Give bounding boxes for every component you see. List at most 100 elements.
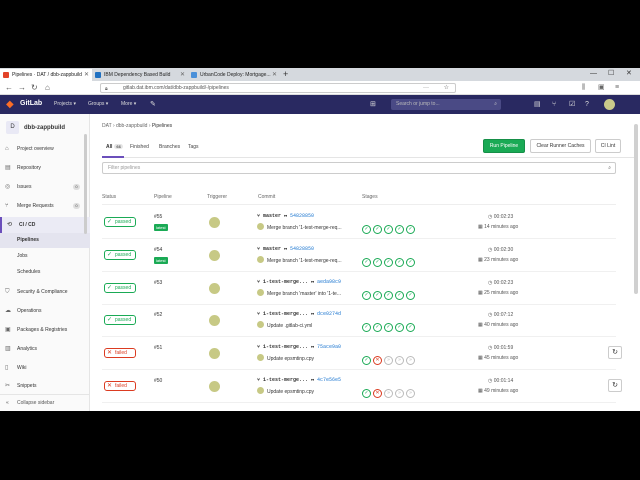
maximize-button[interactable]: ☐ [608,68,614,80]
status-badge[interactable]: ✓ passed [104,217,136,227]
sidebar-item-operations[interactable]: ☁ Operations [0,303,90,319]
issues-icon[interactable]: ▤ [534,100,541,109]
stage-success-icon[interactable]: ✓ [406,290,415,300]
author-avatar[interactable] [257,321,264,329]
gitlab-logo-icon[interactable]: ◆ [6,99,14,110]
browser-tab-urbancode[interactable]: UrbanCode Deploy: Mortgage... ✕ [188,69,280,81]
browser-tab-pipelines[interactable]: Pipelines · DAT / dbb-zappbuild ✕ [0,69,92,81]
author-avatar[interactable] [257,288,264,296]
stage-success-icon[interactable]: ✓ [406,225,415,234]
search-icon[interactable]: ⌕ [608,163,611,173]
stage-success-icon[interactable]: ✓ [384,323,393,333]
sidebar-item-snippets[interactable]: ✂ Snippets [0,378,90,394]
search-input[interactable]: Search or jump to... ⌕ [391,99,501,110]
library-icon[interactable]: ⫼ [582,83,585,93]
tab-finished[interactable]: Finished [130,144,149,150]
triggerer-avatar[interactable] [209,315,220,327]
forward-arrow-icon[interactable]: → [18,82,26,94]
breadcrumb-current[interactable]: Pipelines [152,123,172,129]
back-arrow-icon[interactable]: ← [5,82,13,94]
commit-title-link[interactable]: Update .gitlab-ci.yml [267,323,312,329]
user-avatar[interactable] [604,99,615,110]
pipeline-id-link[interactable]: #53 [154,280,162,286]
gitlab-brand[interactable]: GitLab [20,100,42,107]
clear-runner-caches-button[interactable]: Clear Runner Caches [530,139,591,153]
stage-success-icon[interactable]: ✓ [362,389,371,398]
stage-skipped-icon[interactable]: » [406,356,415,366]
tab-all[interactable]: All 66 [106,144,123,150]
breadcrumb-project[interactable]: dbb-zappbuild [116,123,147,129]
triggerer-avatar[interactable] [209,217,220,228]
bookmark-star-icon[interactable]: ☆ [444,84,449,93]
pipeline-id-link[interactable]: #52 [154,312,162,318]
sidebar-item-ci-cd[interactable]: ⟲ CI / CD [0,217,90,233]
tab-branches[interactable]: Branches [159,144,180,150]
commit-sha-link[interactable]: aeda98c9 [317,279,341,285]
commit-sha-link[interactable]: 54828850 [290,246,314,252]
stage-success-icon[interactable]: ✓ [362,290,371,300]
stage-skipped-icon[interactable]: » [395,356,404,366]
commit-title-link[interactable]: Update epsmtinp.cpy [267,389,314,395]
branch-link[interactable]: 1-test-merge... [263,311,308,317]
triggerer-avatar[interactable] [209,348,220,360]
page-actions-icon[interactable]: ··· [423,84,429,93]
breadcrumb-group[interactable]: DAT [102,123,112,129]
pipeline-id-link[interactable]: #51 [154,345,162,351]
browser-tab-ibm-dbb[interactable]: IBM Dependency Based Build ✕ [92,69,188,81]
sidebar-item-wiki[interactable]: ▯ Wiki [0,360,90,376]
stage-success-icon[interactable]: ✓ [384,290,393,300]
commit-title-link[interactable]: Update epsmtinp.cpy [267,356,314,362]
address-bar[interactable]: 🔒︎ gitlab.dat.ibm.com/dat/dbb-zappbuild/… [100,83,456,93]
commit-title-link[interactable]: Merge branch '1-test-merge-req... [267,258,342,264]
stage-success-icon[interactable]: ✓ [384,225,393,234]
stage-success-icon[interactable]: ✓ [395,290,404,300]
close-window-button[interactable]: ✕ [626,68,632,80]
collapse-sidebar-button[interactable]: « Collapse sidebar [0,394,90,410]
pipeline-id-link[interactable]: #55 [154,214,162,220]
admin-wrench-icon[interactable]: ✎ [150,100,156,109]
stage-failed-icon[interactable]: ✕ [373,389,382,398]
sidebar-toggle-icon[interactable]: ▣ [598,83,605,93]
run-pipeline-button[interactable]: Run Pipeline [483,139,525,153]
stage-success-icon[interactable]: ✓ [406,257,415,267]
sidebar-item-merge-requests[interactable]: ⑂ Merge Requests 0 [0,198,90,214]
help-icon[interactable]: ? [585,100,589,109]
close-tab-icon[interactable]: ✕ [84,69,89,81]
sidebar-subitem-jobs[interactable]: Jobs [0,249,90,264]
filter-pipelines-input[interactable]: Filter pipelines ⌕ [102,162,616,174]
stage-success-icon[interactable]: ✓ [362,225,371,234]
new-tab-button[interactable]: + [283,68,288,80]
stage-success-icon[interactable]: ✓ [384,257,393,267]
sidebar-subitem-pipelines[interactable]: Pipelines [0,233,90,248]
stage-success-icon[interactable]: ✓ [362,356,371,366]
branch-link[interactable]: 1-test-merge... [263,377,308,383]
sidebar-item-repository[interactable]: ▤ Repository [0,160,90,176]
author-avatar[interactable] [257,354,264,362]
stage-success-icon[interactable]: ✓ [362,257,371,267]
stage-failed-icon[interactable]: ✕ [373,356,382,366]
project-name[interactable]: dbb-zappbuild [24,125,65,131]
author-avatar[interactable] [257,223,264,230]
commit-title-link[interactable]: Merge branch 'master' into '1-te... [267,291,341,297]
reload-icon[interactable]: ↻ [31,82,38,94]
author-avatar[interactable] [257,255,264,263]
status-badge[interactable]: ✓ passed [104,249,136,260]
stage-success-icon[interactable]: ✓ [373,257,382,267]
nav-more[interactable]: More ▾ [121,101,136,107]
pipeline-id-link[interactable]: #54 [154,247,162,253]
stage-success-icon[interactable]: ✓ [395,323,404,333]
minimize-button[interactable]: — [590,68,597,80]
tab-tags[interactable]: Tags [188,144,199,150]
sidebar-item-issues[interactable]: ◎ Issues 0 [0,179,90,195]
triggerer-avatar[interactable] [209,381,220,392]
todos-icon[interactable]: ☑ [569,100,575,109]
branch-link[interactable]: 1-test-merge... [263,279,308,285]
sidebar-item-security[interactable]: ⛉ Security & Compliance [0,284,90,300]
commit-sha-link[interactable]: 4c7e56e5 [317,377,341,383]
stage-skipped-icon[interactable]: » [384,356,393,366]
sidebar-item-project-overview[interactable]: ⌂ Project overview [0,141,90,157]
ci-lint-button[interactable]: CI Lint [595,139,621,153]
status-badge[interactable]: ✓ passed [104,282,136,293]
sidebar-item-packages[interactable]: ▣ Packages & Registries [0,322,90,338]
stage-success-icon[interactable]: ✓ [373,290,382,300]
